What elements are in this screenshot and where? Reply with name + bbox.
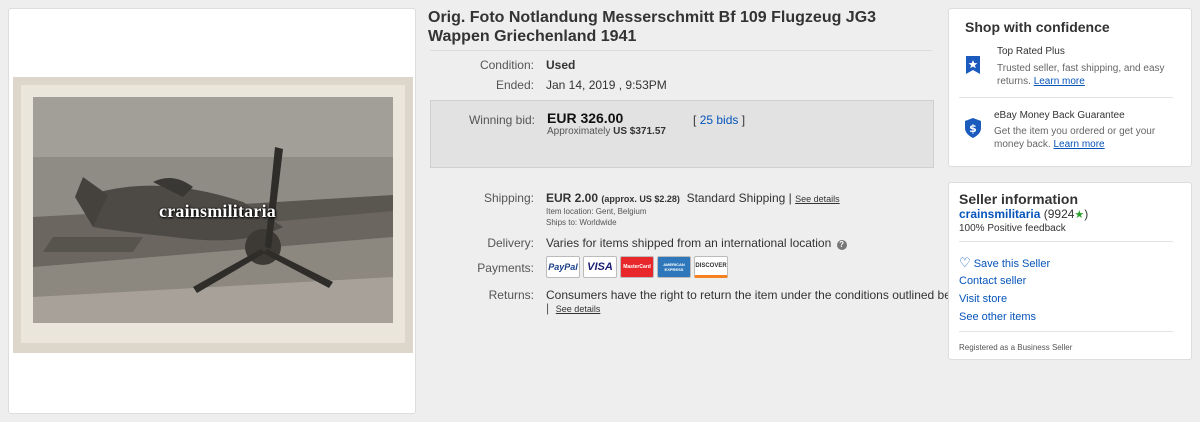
feedback-star-icon: ★ xyxy=(1074,209,1085,221)
shipping-approx: (approx. US $2.28) xyxy=(601,194,680,204)
image-panel: crainsmilitaria xyxy=(8,8,416,414)
condition-label: Condition: xyxy=(479,58,534,72)
delivery-row: Delivery: Varies for items shipped from … xyxy=(428,236,934,252)
top-rated-plus-text-line2: returns. xyxy=(997,76,1031,87)
heart-icon: ♡ xyxy=(959,255,971,270)
top-rated-plus-icon xyxy=(966,56,980,74)
photo-watermark: crainsmilitaria xyxy=(159,201,276,221)
feedback-score-close: ) xyxy=(1084,207,1089,221)
ended-row: Ended: Jan 14, 2019 , 9:53PM xyxy=(428,78,928,94)
winning-bid-label: Winning bid: xyxy=(468,113,535,127)
shipping-value: EUR 2.00 (approx. US $2.28) Standard Shi… xyxy=(546,191,840,205)
money-back-text: Get the item you ordered or get your mon… xyxy=(994,125,1184,151)
seller-divider-bottom xyxy=(959,331,1173,332)
top-rated-learn-more-link[interactable]: Learn more xyxy=(1034,76,1085,87)
money-back-text-line2: money back. xyxy=(994,139,1051,150)
top-rated-plus-text-line1: Trusted seller, fast shipping, and easy xyxy=(997,63,1165,74)
item-location: Item location: Gent, Belgium xyxy=(546,207,647,216)
see-other-items-link[interactable]: See other items xyxy=(959,311,1036,323)
shop-confidence-divider xyxy=(959,97,1173,98)
item-photo[interactable]: crainsmilitaria xyxy=(13,77,413,353)
returns-row: Returns: Consumers have the right to ret… xyxy=(428,288,969,318)
positive-feedback: 100% Positive feedback xyxy=(959,223,1066,234)
bid-history-link[interactable]: [ 25 bids ] xyxy=(693,113,745,127)
ended-label: Ended: xyxy=(495,78,534,92)
item-details: Orig. Foto Notlandung Messerschmitt Bf 1… xyxy=(428,8,969,315)
shop-with-confidence-card: Shop with confidence Top Rated Plus Trus… xyxy=(948,8,1192,167)
approx-prefix: Approximately xyxy=(547,126,611,137)
ended-value: Jan 14, 2019 , 9:53PM xyxy=(546,78,667,92)
seller-info-title: Seller information xyxy=(959,191,1079,207)
shipping-label: Shipping: xyxy=(483,191,534,205)
paypal-logo: PayPal xyxy=(546,256,580,278)
bids-open-bracket: [ xyxy=(693,113,697,127)
save-seller-label: Save this Seller xyxy=(973,258,1051,270)
bids-count[interactable]: 25 bids xyxy=(700,113,739,127)
returns-details: | See details xyxy=(546,301,601,315)
condition-value: Used xyxy=(546,58,576,72)
approx-value: US $371.57 xyxy=(613,126,666,137)
save-seller-button[interactable]: ♡ Save this Seller xyxy=(959,255,1050,271)
listing-title: Orig. Foto Notlandung Messerschmitt Bf 1… xyxy=(428,9,877,45)
delivery-label: Delivery: xyxy=(487,236,534,250)
winning-bid-amount: EUR 326.00 xyxy=(547,110,624,126)
business-seller-note: Registered as a Business Seller xyxy=(959,343,1073,352)
title-divider xyxy=(430,50,932,51)
discover-logo: DISCOVER xyxy=(694,256,728,278)
top-rated-plus-text: Trusted seller, fast shipping, and easy … xyxy=(997,62,1187,88)
shipping-row: Shipping: EUR 2.00 (approx. US $2.28) St… xyxy=(428,191,934,231)
seller-information-card: Seller information crainsmilitaria (9924… xyxy=(948,182,1192,360)
shipping-method: Standard Shipping | xyxy=(686,191,792,205)
payment-logos: PayPal VISA MasterCard AMERICAN EXPRESS … xyxy=(546,256,746,280)
money-back-guarantee-icon: $ xyxy=(965,118,981,138)
money-back-text-line1: Get the item you ordered or get your xyxy=(994,126,1156,137)
returns-label: Returns: xyxy=(488,288,534,302)
delivery-text: Varies for items shipped from an interna… xyxy=(546,236,832,250)
shipping-see-details-link[interactable]: See details xyxy=(795,194,840,204)
shipping-amount: EUR 2.00 xyxy=(546,191,599,205)
shop-confidence-title: Shop with confidence xyxy=(965,19,1110,35)
delivery-value: Varies for items shipped from an interna… xyxy=(546,236,847,250)
money-back-learn-more-link[interactable]: Learn more xyxy=(1053,139,1104,150)
mastercard-logo: MasterCard xyxy=(620,256,654,278)
seller-name-link[interactable]: crainsmilitaria xyxy=(959,207,1040,221)
winning-bid-approx: Approximately US $371.57 xyxy=(547,126,666,137)
returns-value: Consumers have the right to return the i… xyxy=(546,288,969,302)
contact-seller-link[interactable]: Contact seller xyxy=(959,275,1026,287)
svg-text:$: $ xyxy=(969,122,977,135)
help-icon[interactable]: ? xyxy=(836,240,847,250)
payments-label: Payments: xyxy=(477,261,534,275)
feedback-score[interactable]: (9924 xyxy=(1044,207,1075,221)
top-rated-plus-title: Top Rated Plus xyxy=(997,46,1065,57)
seller-divider-top xyxy=(959,241,1173,242)
visa-logo: VISA xyxy=(583,256,617,278)
condition-row: Condition: Used xyxy=(428,58,928,74)
winning-bid-box: Winning bid: EUR 326.00 Approximately US… xyxy=(430,100,934,168)
seller-summary: crainsmilitaria (9924★) xyxy=(959,207,1088,221)
visit-store-link[interactable]: Visit store xyxy=(959,293,1007,305)
amex-logo: AMERICAN EXPRESS xyxy=(657,256,691,278)
money-back-title: eBay Money Back Guarantee xyxy=(994,110,1125,121)
returns-see-details-link[interactable]: See details xyxy=(556,304,601,314)
payments-row: Payments: PayPal VISA MasterCard AMERICA… xyxy=(428,256,934,285)
ships-to: Ships to: Worldwide xyxy=(546,218,617,227)
bids-close-bracket: ] xyxy=(741,113,746,127)
